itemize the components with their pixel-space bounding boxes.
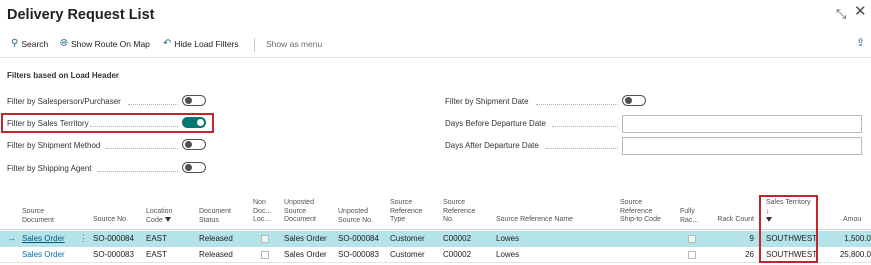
cell-source-no: SO-000084 xyxy=(93,234,134,243)
cell-unposted-source-no: SO-000084 xyxy=(338,234,379,243)
toggle-knob xyxy=(185,97,192,104)
cell-source-document[interactable]: Sales Order xyxy=(22,234,65,243)
show-as-menu-button[interactable]: Show as menu xyxy=(266,39,322,49)
col-source-reference-type[interactable]: Source Reference Type xyxy=(390,199,434,225)
shipment-date-filter-label: Filter by Shipment Date xyxy=(445,97,529,106)
filters-section-title: Filters based on Load Header xyxy=(7,71,120,80)
col-unposted-source-no[interactable]: Unposted Source No. xyxy=(338,208,378,225)
dot-leader xyxy=(546,148,618,149)
cell-source-no: SO-000083 xyxy=(93,250,134,259)
table-row[interactable]: → Sales Order ⋮ SO-000084 EAST Released … xyxy=(0,231,871,247)
shipment-method-filter-toggle[interactable] xyxy=(182,139,206,150)
cell-document-status: Released xyxy=(199,234,233,243)
days-after-departure-label: Days After Departure Date xyxy=(445,141,539,150)
share-icon: ⇪ xyxy=(856,37,866,49)
sales-territory-column-highlight xyxy=(759,195,818,263)
toolbar-divider xyxy=(254,38,255,52)
col-non-doc-loc[interactable]: Non Doc... Loc... xyxy=(253,199,275,225)
row-selected-arrow-icon: → xyxy=(7,233,16,243)
dot-leader xyxy=(536,104,618,105)
action-bar: ⚲ Search 🌐︎ Show Route On Map ↶ Hide Loa… xyxy=(0,34,871,56)
row-actions-kebab-icon[interactable]: ⋮ xyxy=(79,233,88,244)
shipment-date-filter-toggle[interactable] xyxy=(622,95,646,106)
cell-source-reference-name: Lowes xyxy=(496,234,520,243)
title-bar: Delivery Request List ⤡ ✕ xyxy=(0,0,871,30)
shipment-method-filter-label: Filter by Shipment Method xyxy=(7,141,101,150)
cell-location-code: EAST xyxy=(146,250,167,259)
dot-leader xyxy=(552,126,618,127)
cell-rack-count: 9 xyxy=(749,234,754,243)
cell-unposted-source-document: Sales Order xyxy=(284,250,327,259)
col-source-reference-ship-to-code[interactable]: Source Reference Ship-to Code xyxy=(620,199,668,225)
toggle-knob xyxy=(185,164,192,171)
search-button[interactable]: ⚲ Search xyxy=(11,38,49,50)
undo-arrow-icon: ↶ xyxy=(163,38,172,49)
col-source-reference-name[interactable]: Source Reference Name xyxy=(496,216,573,225)
days-before-departure-label: Days Before Departure Date xyxy=(445,119,546,128)
col-source-reference-no[interactable]: Source Reference No. xyxy=(443,199,487,225)
days-before-departure-input[interactable] xyxy=(622,115,862,133)
cell-amount: 1,500.0 xyxy=(844,234,871,243)
share-button[interactable]: ⇪ xyxy=(856,37,866,49)
days-after-departure-input[interactable] xyxy=(622,137,862,155)
salesperson-filter-toggle[interactable] xyxy=(182,95,206,106)
cell-amount: 25,800.0 xyxy=(839,250,871,259)
cell-unposted-source-document: Sales Order xyxy=(284,234,327,243)
cell-source-reference-name: Lowes xyxy=(496,250,520,259)
show-as-menu-label: Show as menu xyxy=(266,39,323,49)
dot-leader xyxy=(128,104,178,105)
sales-territory-highlight xyxy=(1,113,214,133)
close-icon[interactable]: ✕ xyxy=(854,4,867,19)
cell-source-reference-no: C00002 xyxy=(443,234,472,243)
map-icon: 🌐︎ xyxy=(60,38,68,49)
col-unposted-source-document[interactable]: Unposted Source Document xyxy=(284,199,328,225)
col-fully-rack[interactable]: Fully Rac... xyxy=(680,208,702,225)
col-rack-count[interactable]: Rack Count xyxy=(712,216,754,225)
shipping-agent-filter-label: Filter by Shipping Agent xyxy=(7,164,92,173)
dot-leader xyxy=(106,148,178,149)
cell-location-code: EAST xyxy=(146,234,167,243)
divider xyxy=(0,57,871,58)
hide-load-filters-button[interactable]: ↶ Hide Load Filters xyxy=(163,38,239,50)
search-label: Search xyxy=(21,39,49,49)
col-document-status[interactable]: Document Status xyxy=(199,208,239,225)
show-route-on-map-button[interactable]: 🌐︎ Show Route On Map xyxy=(60,38,150,50)
toggle-knob xyxy=(185,141,192,148)
toggle-knob xyxy=(625,97,632,104)
col-source-document[interactable]: Source Document xyxy=(22,208,72,225)
col-source-no[interactable]: Source No. xyxy=(93,216,128,225)
filter-icon xyxy=(164,217,171,223)
cell-non-doc-loc-checkbox[interactable] xyxy=(261,235,269,243)
cell-unposted-source-no: SO-000083 xyxy=(338,250,379,259)
col-location-code[interactable]: Location Code xyxy=(146,208,186,225)
show-route-label: Show Route On Map xyxy=(71,39,150,49)
cell-fully-rack-checkbox[interactable] xyxy=(688,235,696,243)
cell-source-document[interactable]: Sales Order xyxy=(22,250,65,259)
col-amount[interactable]: Amou xyxy=(843,216,861,225)
grid-header: Source Document Source No. Location Code… xyxy=(0,196,871,230)
collapse-icon[interactable]: ⤡ xyxy=(836,7,846,21)
cell-source-reference-no: C00002 xyxy=(443,250,472,259)
page-title: Delivery Request List xyxy=(7,7,155,23)
search-icon: ⚲ xyxy=(11,38,19,49)
salesperson-filter-label: Filter by Salesperson/Purchaser xyxy=(7,97,121,106)
shipping-agent-filter-toggle[interactable] xyxy=(182,162,206,173)
cell-source-reference-type: Customer xyxy=(390,234,425,243)
hide-filters-label: Hide Load Filters xyxy=(174,39,239,49)
cell-non-doc-loc-checkbox[interactable] xyxy=(261,251,269,259)
dot-leader xyxy=(98,171,178,172)
cell-fully-rack-checkbox[interactable] xyxy=(688,251,696,259)
table-row[interactable]: Sales Order SO-000083 EAST Released Sale… xyxy=(0,247,871,263)
cell-source-reference-type: Customer xyxy=(390,250,425,259)
cell-document-status: Released xyxy=(199,250,233,259)
cell-rack-count: 26 xyxy=(745,250,754,259)
